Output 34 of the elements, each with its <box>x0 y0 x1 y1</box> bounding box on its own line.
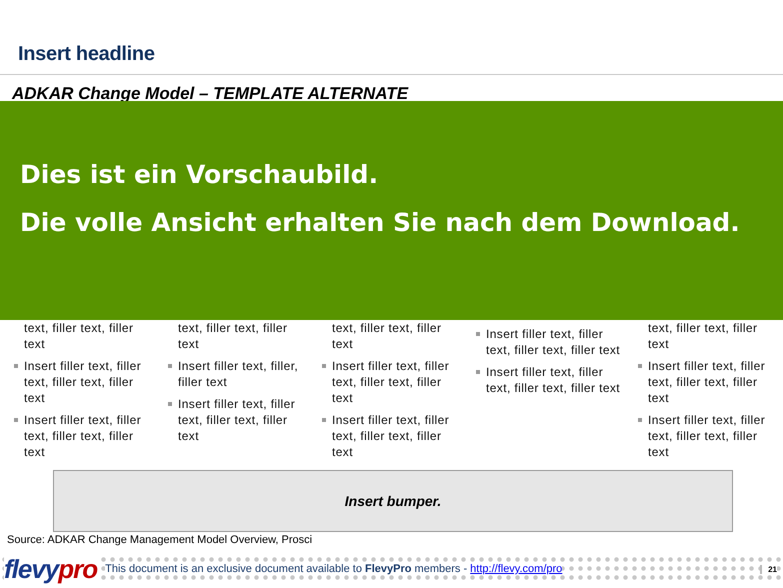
filler-text: Insert filler text, filler, filler text <box>178 358 300 390</box>
bullet-icon <box>322 418 326 422</box>
bullet-icon <box>14 418 18 422</box>
headline: Insert headline <box>18 43 155 66</box>
filler-text: text, filler text, filler text <box>178 320 288 352</box>
filler-text: Insert filler text, filler text, filler text, filler text <box>178 396 296 444</box>
filler-text: text, filler text, filler text <box>24 320 134 352</box>
banner-text: Dies ist ein Vorschaubild. <box>20 159 380 191</box>
bullet-icon <box>168 364 172 368</box>
bullet-icon <box>638 418 642 422</box>
filler-text: Insert filler text, filler text, filler text, filler text <box>648 412 766 460</box>
filler-text: Insert filler text, filler text, filler text, filler text <box>648 358 766 406</box>
banner-text: Die volle Ansicht erhalten Sie nach dem Download. <box>20 207 741 239</box>
footer-link[interactable]: http://flevy.com/pro <box>470 563 562 575</box>
page-number: 21 <box>760 564 777 574</box>
filler-text: Insert filler text, filler text, filler text, filler text <box>486 364 622 396</box>
subtitle: ADKAR Change Model – TEMPLATE ALTERNATE <box>12 84 408 103</box>
bullet-icon <box>638 364 642 368</box>
bullet-icon <box>476 370 480 374</box>
filler-text: Insert filler text, filler text, filler text, filler text <box>24 412 142 460</box>
filler-text: text, filler text, filler text <box>648 320 758 352</box>
filler-text: Insert filler text, filler text, filler text, filler text <box>486 326 622 358</box>
bullet-icon <box>168 402 172 406</box>
filler-text: Insert filler text, filler text, filler text, filler text <box>332 412 450 460</box>
filler-text: text, filler text, filler text <box>332 320 442 352</box>
flevypro-logo: flevypro <box>4 555 98 583</box>
bumper-text: Insert bumper. <box>344 493 442 509</box>
source-note: Source: ADKAR Change Management Model Overview, Prosci <box>7 534 312 546</box>
bullet-icon <box>476 332 480 336</box>
bullet-icon <box>322 364 326 368</box>
bullet-icon <box>14 364 18 368</box>
filler-text: Insert filler text, filler text, filler text, filler text <box>332 358 450 406</box>
footer-notice: This document is an exclusive document available to FlevyPro members - <box>105 563 468 575</box>
filler-text: Insert filler text, filler text, filler text, filler text <box>24 358 142 406</box>
